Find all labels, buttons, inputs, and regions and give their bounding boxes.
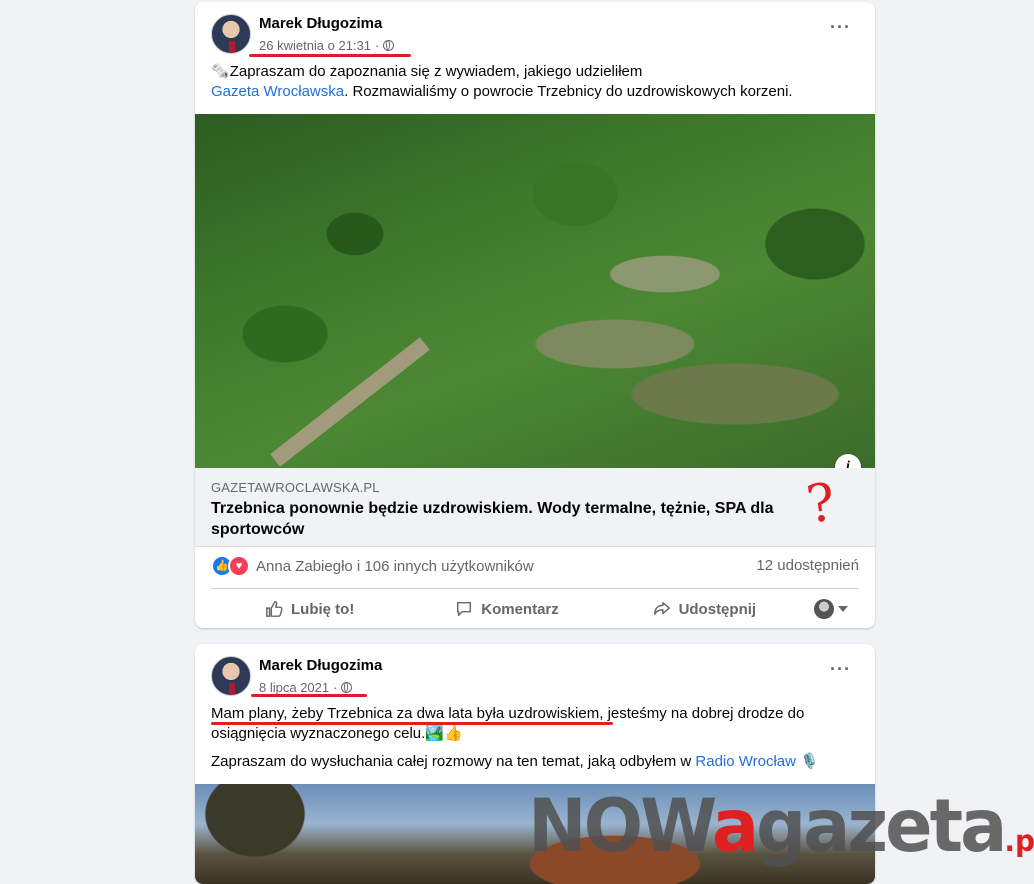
author-avatar[interactable] — [211, 14, 251, 54]
reactions-text: Anna Zabiegło i 106 innych użytkowników — [256, 557, 534, 575]
watermark-part2: a — [711, 782, 759, 869]
reactions-summary[interactable]: 👍 ♥ Anna Zabiegło i 106 innych użytkowni… — [211, 555, 534, 577]
author-avatar[interactable] — [211, 656, 251, 696]
post-text-highlight: Mam plany, żeby Trzebnica za dwa lata by… — [211, 705, 600, 722]
more-options-icon[interactable]: ··· — [830, 660, 851, 678]
post-timestamp[interactable]: 26 kwietnia o 21:31 — [259, 38, 371, 53]
comment-icon — [457, 601, 472, 617]
share-label: Udostępnij — [678, 600, 757, 618]
thumbs-up-icon — [266, 601, 283, 617]
post-text: 🗞️Zapraszam do zapoznania się z wywiadem… — [211, 62, 851, 102]
link-domain: GAZETAWROCLAWSKA.PL — [211, 480, 380, 495]
newspaper-emoji: 🗞️ — [211, 63, 230, 80]
post-meta: 8 lipca 2021 · — [259, 680, 353, 695]
page-link-radio[interactable]: Radio Wrocław — [695, 753, 796, 770]
image-path-detail — [270, 337, 430, 467]
like-label: Lubię to! — [291, 600, 355, 618]
link-headline[interactable]: Trzebnica ponownie będzie uzdrowiskiem. … — [211, 498, 811, 540]
post-text-line2: . Rozmawialiśmy o powrocie Trzebnicy do … — [344, 83, 793, 100]
watermark-part4: .pl — [1004, 823, 1034, 859]
watermark-part1: NOW — [528, 782, 715, 869]
audience-selector[interactable] — [803, 599, 859, 619]
comment-label: Komentarz — [481, 600, 559, 618]
post-image-park[interactable] — [195, 114, 875, 468]
more-options-icon[interactable]: ··· — [830, 18, 851, 36]
shares-count[interactable]: 12 udostępnień — [756, 557, 859, 574]
page-link-gazeta[interactable]: Gazeta Wrocławska — [211, 83, 344, 100]
meta-separator: · — [333, 680, 338, 695]
globe-icon — [341, 682, 353, 693]
action-bar: Lubię to! Komentarz Udostępnij — [211, 592, 859, 626]
like-button[interactable]: Lubię to! — [211, 600, 408, 618]
post-text-line2: Zapraszam do wysłuchania całej rozmowy n… — [211, 752, 859, 772]
author-name[interactable]: Marek Długozima — [259, 15, 382, 32]
share-button[interactable]: Udostępnij — [606, 600, 803, 618]
microphone-emoji: 🎙️ — [800, 753, 819, 770]
chevron-down-icon — [837, 606, 848, 612]
watermark-part3: gazeta — [756, 782, 1007, 869]
red-underline-annotation — [251, 694, 367, 697]
comment-button[interactable]: Komentarz — [408, 600, 605, 618]
post-text-line1: Zapraszam do zapoznania się z wywiadem, … — [229, 63, 643, 80]
post-card-1: Marek Długozima 26 kwietnia o 21:31 · ··… — [195, 2, 875, 628]
globe-icon — [383, 40, 395, 51]
link-preview[interactable]: GAZETAWROCLAWSKA.PL Trzebnica ponownie b… — [195, 468, 875, 547]
post-meta: 26 kwietnia o 21:31 · — [259, 38, 395, 53]
red-underline-annotation — [211, 722, 613, 725]
meta-separator: · — [375, 38, 380, 53]
share-arrow-icon — [653, 601, 670, 616]
nowagazeta-watermark-logo: NOWagazeta.pl — [528, 784, 1034, 884]
divider — [211, 588, 859, 589]
post-text-invite: Zapraszam do wysłuchania całej rozmowy n… — [211, 753, 692, 770]
love-reaction-icon: ♥ — [228, 555, 250, 577]
red-underline-annotation — [249, 54, 411, 57]
mini-avatar — [813, 599, 834, 619]
author-name[interactable]: Marek Długozima — [259, 657, 382, 674]
post-timestamp[interactable]: 8 lipca 2021 — [259, 680, 329, 695]
